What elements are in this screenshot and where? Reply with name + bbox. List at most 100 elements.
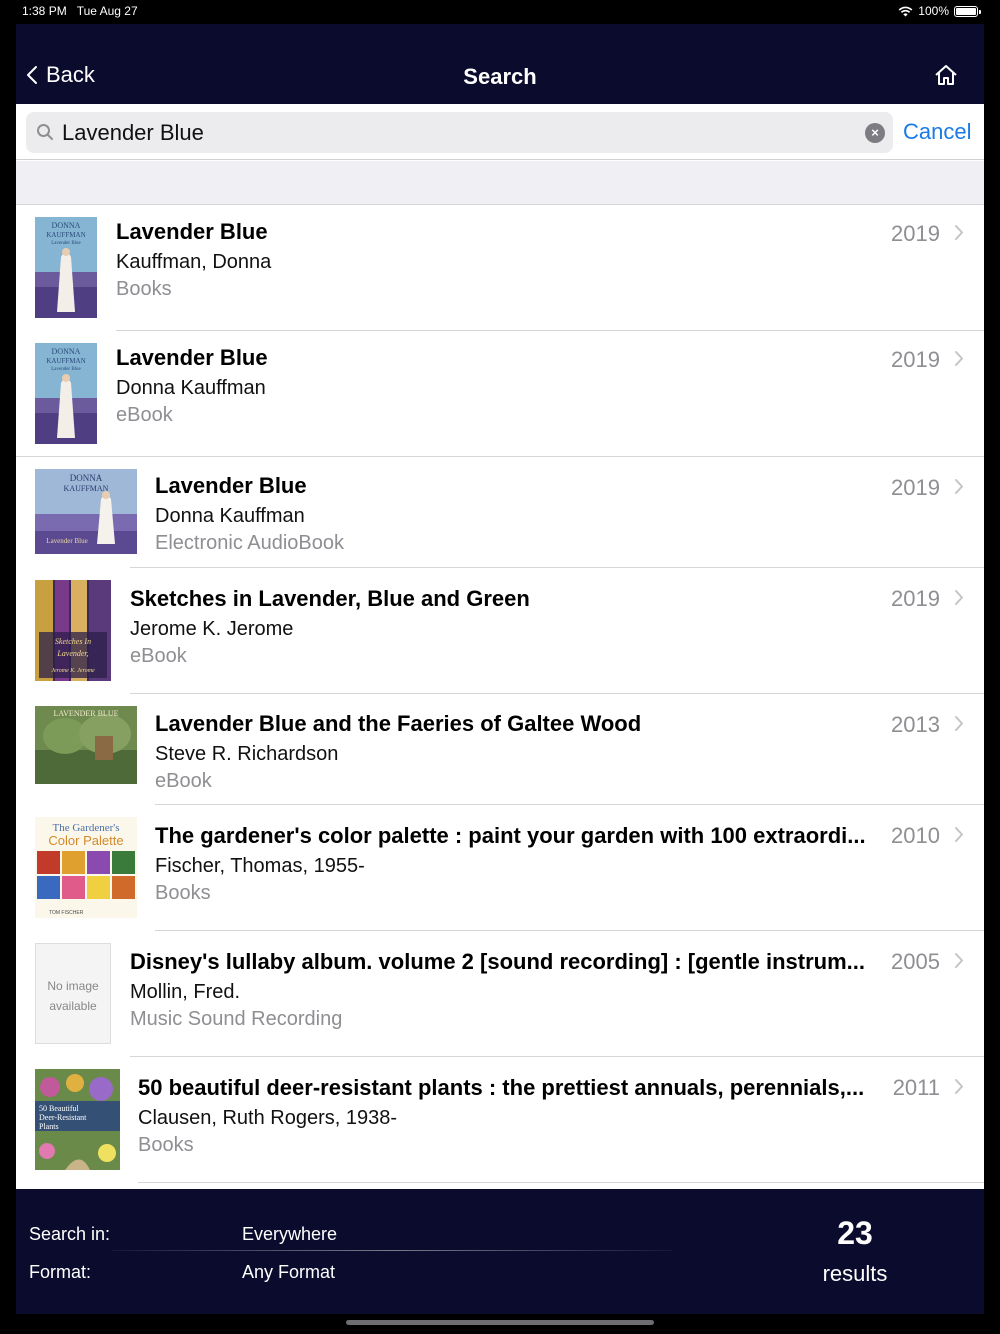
result-year: 2019 (891, 221, 940, 246)
result-format: Books (155, 882, 211, 904)
result-row[interactable]: 50 Beautiful Deer-Resistant Plants 50 be… (16, 1057, 984, 1183)
result-format: eBook (155, 770, 212, 792)
battery-percent: 100% (918, 4, 949, 18)
search-bar-row: × Cancel (16, 104, 984, 160)
status-time-text: 1:38 PM (22, 4, 67, 18)
cover-text: KAUFFMAN (64, 484, 109, 493)
result-author: Steve R. Richardson (155, 743, 339, 765)
cover-text: KAUFFMAN (46, 231, 85, 239)
cancel-button[interactable]: Cancel (903, 119, 971, 145)
result-format: Books (116, 278, 172, 300)
search-input[interactable] (62, 112, 852, 153)
result-row[interactable]: No image available Disney's lullaby albu… (16, 931, 984, 1057)
result-format: eBook (130, 645, 187, 667)
placeholder-text: No image (47, 979, 99, 993)
cover-text: Lavender, (56, 649, 88, 658)
status-time: 1:38 PM Tue Aug 27 (22, 4, 138, 18)
cover-text: Plants (39, 1122, 59, 1131)
cover-text: Lavender Blue (46, 537, 87, 545)
result-format: Electronic AudioBook (155, 532, 345, 554)
result-title: Lavender Blue (116, 345, 268, 370)
result-format: Music Sound Recording (130, 1008, 343, 1030)
result-format: Books (138, 1134, 194, 1156)
book-cover-image: The Gardener's Color Palette TOM FISCHER (35, 817, 137, 918)
result-row[interactable]: DONNA KAUFFMAN Lavender Blue Lavender Bl… (16, 205, 984, 331)
result-author: Donna Kauffman (116, 377, 266, 399)
result-year: 2019 (891, 347, 940, 372)
result-year: 2005 (891, 949, 940, 974)
cover-text: TOM FISCHER (49, 910, 84, 916)
home-button[interactable] (934, 64, 958, 91)
status-bar: 1:38 PM Tue Aug 27 100% (0, 0, 1000, 24)
search-box[interactable]: × (26, 112, 893, 153)
result-author: Mollin, Fred. (130, 981, 241, 1003)
result-year: 2019 (891, 586, 940, 611)
cover-text: DONNA (52, 347, 81, 356)
cover-text: KAUFFMAN (46, 357, 85, 365)
result-title: Sketches in Lavender, Blue and Green (130, 586, 530, 611)
cover-text: Deer-Resistant (39, 1113, 87, 1122)
result-count: 23 (837, 1215, 873, 1251)
chevron-right-icon (955, 1079, 963, 1094)
result-row[interactable]: LAVENDER BLUE Lavender Blue and the Faer… (16, 694, 984, 805)
result-title: Lavender Blue and the Faeries of Galtee … (155, 711, 642, 736)
cover-text: Jerome K. Jerome (51, 668, 95, 674)
result-row[interactable]: DONNA KAUFFMAN Lavender Blue Lavender Bl… (16, 331, 984, 457)
chevron-right-icon (955, 953, 963, 968)
chevron-right-icon (955, 479, 963, 494)
result-year: 2019 (891, 475, 940, 500)
result-title: The gardener's color palette : paint you… (155, 823, 866, 848)
chevron-right-icon (955, 827, 963, 842)
home-indicator[interactable] (346, 1320, 654, 1325)
search-filter-footer: Search in: Everywhere Format: Any Format… (16, 1189, 984, 1314)
row-separator (138, 1182, 984, 1183)
status-right: 100% (898, 4, 981, 18)
navigation-bar: Back Search (16, 24, 984, 104)
cover-text: DONNA (70, 473, 103, 483)
result-title: Lavender Blue (116, 219, 268, 244)
format-value[interactable]: Any Format (242, 1262, 335, 1283)
placeholder-text: available (49, 999, 97, 1013)
book-cover-image: DONNA KAUFFMAN Lavender Blue (35, 217, 97, 318)
result-author: Clausen, Ruth Rogers, 1938- (138, 1107, 398, 1129)
clear-search-icon[interactable]: × (865, 123, 885, 143)
no-image-placeholder: No image available (35, 943, 111, 1044)
result-format: eBook (116, 404, 173, 426)
home-icon (935, 65, 957, 85)
result-row[interactable]: The Gardener's Color Palette TOM FISCHER… (16, 805, 984, 931)
book-cover-image: DONNA KAUFFMAN Lavender Blue (35, 343, 97, 444)
result-count-label: results (822, 1261, 888, 1286)
cover-text: Color Palette (48, 833, 123, 848)
result-title: Lavender Blue (155, 473, 307, 498)
results-list[interactable]: DONNA KAUFFMAN Lavender Blue Lavender Bl… (16, 205, 984, 1189)
result-row[interactable]: Sketches In Lavender, Jerome K. Jerome S… (16, 568, 984, 694)
search-icon (37, 124, 53, 140)
chevron-right-icon (955, 351, 963, 366)
result-title: 50 beautiful deer-resistant plants : the… (138, 1075, 865, 1100)
page-title: Search (463, 64, 537, 89)
search-in-value[interactable]: Everywhere (242, 1224, 337, 1245)
result-author: Kauffman, Donna (116, 251, 272, 273)
result-author: Jerome K. Jerome (130, 618, 294, 640)
result-author: Fischer, Thomas, 1955- (155, 855, 365, 877)
book-cover-image: DONNA KAUFFMAN Lavender Blue (35, 469, 137, 554)
cover-text: Sketches In (55, 637, 91, 646)
result-year: 2010 (891, 823, 940, 848)
book-cover-image: LAVENDER BLUE (35, 706, 137, 784)
result-row[interactable]: DONNA KAUFFMAN Lavender Blue Lavender Bl… (16, 457, 984, 568)
book-cover-image: 50 Beautiful Deer-Resistant Plants (35, 1069, 120, 1170)
status-date: Tue Aug 27 (76, 4, 138, 18)
chevron-right-icon (955, 225, 963, 240)
book-cover-image: Sketches In Lavender, Jerome K. Jerome (35, 580, 111, 681)
cover-text: 50 Beautiful (39, 1104, 80, 1113)
section-header (16, 161, 984, 205)
result-author: Donna Kauffman (155, 505, 305, 527)
battery-icon (954, 5, 981, 17)
wifi-icon (898, 6, 913, 16)
cover-text: Lavender Blue (51, 367, 81, 372)
result-year: 2011 (892, 1075, 940, 1100)
footer-divider (112, 1250, 672, 1251)
result-year: 2013 (891, 712, 940, 737)
search-in-label: Search in: (29, 1224, 111, 1244)
cover-text: LAVENDER BLUE (54, 709, 119, 718)
